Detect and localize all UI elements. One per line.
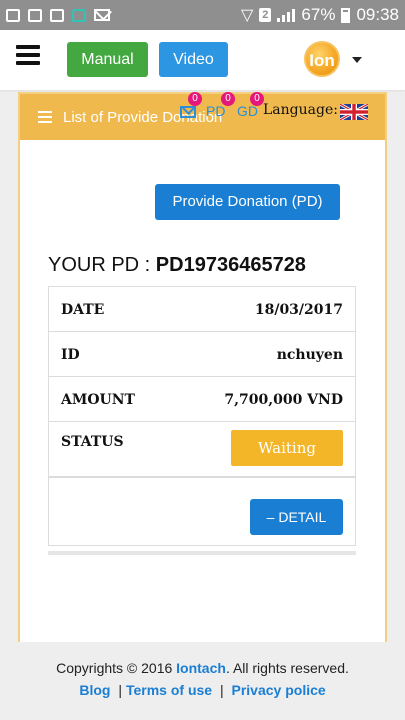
detail-row: – DETAIL <box>49 477 355 545</box>
pd-link[interactable]: PD <box>206 103 225 119</box>
footer-links: Blog | Terms of use | Privacy police <box>0 682 405 698</box>
menu-icon[interactable] <box>16 45 40 65</box>
table-row-status: STATUS Waiting <box>49 422 355 477</box>
terms-link[interactable]: Terms of use <box>126 682 212 698</box>
copyright-prefix: Copyrights © 2016 <box>56 660 177 676</box>
copyright-suffix: . All rights reserved. <box>225 660 349 676</box>
chevron-down-icon[interactable] <box>352 57 362 63</box>
row-key: AMOUNT <box>61 392 135 408</box>
manual-button[interactable]: Manual <box>67 42 148 77</box>
pd-code: PD19736465728 <box>155 254 306 276</box>
separator: | <box>219 682 224 698</box>
system-indicators: ▽ 2 67% 09:38 <box>241 5 399 25</box>
uk-flag-icon[interactable] <box>340 104 368 120</box>
mail-icon[interactable] <box>180 106 196 118</box>
table-row-date: DATE 18/03/2017 <box>49 287 355 332</box>
your-pd-heading: YOUR PD : PD19736465728 <box>48 254 306 277</box>
privacy-link[interactable]: Privacy police <box>232 682 326 698</box>
language-label: Language: <box>263 102 338 118</box>
pd-details-table: DATE 18/03/2017 ID nchuyen AMOUNT 7,700,… <box>48 286 356 546</box>
wifi-icon: ▽ <box>240 7 254 24</box>
separator: | <box>118 682 122 698</box>
provide-donation-button[interactable]: Provide Donation (PD) <box>155 184 340 220</box>
list-icon <box>38 111 52 123</box>
screenshot-notification-icon <box>28 8 42 22</box>
user-avatar-logo[interactable]: Ion <box>304 41 340 77</box>
mail-count-badge: 0 <box>188 92 202 106</box>
your-pd-label: YOUR PD : <box>48 254 156 276</box>
gd-count-badge: 0 <box>250 92 264 106</box>
table-row-id: ID nchuyen <box>49 332 355 377</box>
clock: 09:38 <box>356 5 399 24</box>
status-bar: ▽ 2 67% 09:38 <box>0 0 405 30</box>
row-key: DATE <box>61 302 105 318</box>
video-button[interactable]: Video <box>159 42 228 77</box>
detail-button[interactable]: – DETAIL <box>250 499 343 535</box>
status-badge: Waiting <box>231 430 343 466</box>
panel-title: List of Provide Donation <box>63 109 223 126</box>
pd-count-badge: 0 <box>221 92 235 106</box>
row-key: ID <box>61 347 80 363</box>
blog-link[interactable]: Blog <box>79 682 110 698</box>
app-notification-icon <box>72 8 86 22</box>
battery-percent: 67% <box>301 5 336 24</box>
signal-icon <box>277 8 296 22</box>
row-value: nchuyen <box>276 347 343 363</box>
sim-indicator: 2 <box>259 8 272 22</box>
brand-link[interactable]: Iontach <box>176 660 226 676</box>
row-key: STATUS <box>61 434 124 450</box>
panel-header: List of Provide Donation 0 PD 0 GD 0 Lan… <box>20 92 385 140</box>
copyright-text: Copyrights © 2016 Iontach. All rights re… <box>0 660 405 676</box>
row-value: 7,700,000 VND <box>224 392 343 408</box>
page-footer: Copyrights © 2016 Iontach. All rights re… <box>0 642 405 720</box>
image-notification-icon <box>50 8 64 22</box>
table-footer-bar <box>48 551 356 555</box>
notification-icons <box>6 8 110 22</box>
alert-notification-icon <box>6 8 20 22</box>
mail-notification-icon <box>94 9 110 21</box>
battery-icon <box>341 7 351 23</box>
row-value: 18/03/2017 <box>254 302 343 318</box>
table-row-amount: AMOUNT 7,700,000 VND <box>49 377 355 422</box>
app-header: Manual Video Ion <box>0 30 405 90</box>
